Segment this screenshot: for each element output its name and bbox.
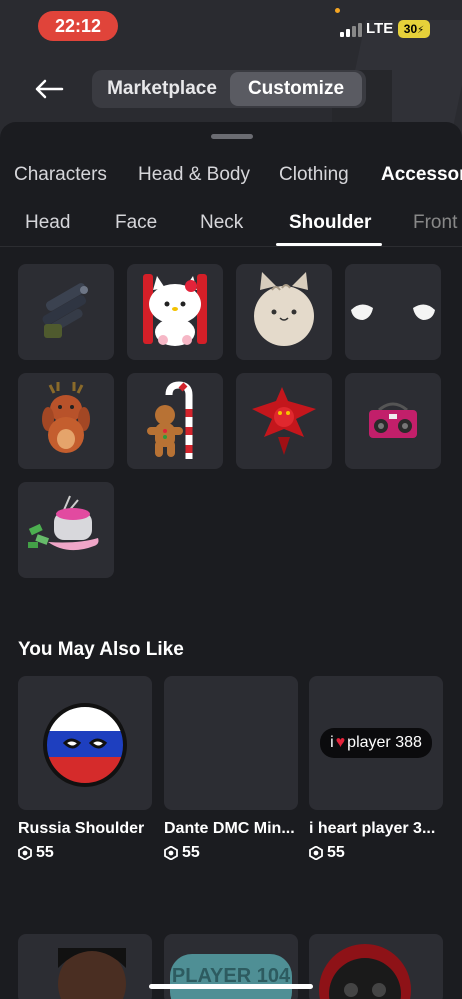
subtab-head[interactable]: Head xyxy=(25,212,70,234)
selected-tab-indicator xyxy=(276,243,382,246)
tab-customize[interactable]: Customize xyxy=(230,72,362,106)
arrow-left-icon xyxy=(35,79,64,99)
recommendation-card[interactable]: i ♥ player 388 i heart player 3... 55 xyxy=(309,676,443,862)
card-thumbnail xyxy=(18,676,152,810)
battery-icon: 30⚡ xyxy=(398,20,430,38)
card-price: 55 xyxy=(18,844,152,862)
sheet-grabber[interactable] xyxy=(211,134,253,139)
item-tile[interactable] xyxy=(18,373,114,469)
sub-category-tabs: Head Face Neck Shoulder Front xyxy=(0,212,462,246)
recommendation-card[interactable] xyxy=(18,934,152,999)
tab-head-body[interactable]: Head & Body xyxy=(138,164,250,186)
tab-divider xyxy=(0,246,462,247)
cat-plush-icon xyxy=(254,272,314,346)
customize-sheet: Characters Head & Body Clothing Accessor… xyxy=(0,122,462,999)
money-boombox-icon xyxy=(28,495,99,551)
card-name: Dante DMC Min... xyxy=(164,820,295,837)
item-tile[interactable] xyxy=(345,264,441,360)
subtab-neck[interactable]: Neck xyxy=(200,212,243,234)
price-value: 55 xyxy=(36,844,54,861)
battery-level: 30 xyxy=(403,22,418,36)
recommendation-card[interactable]: PLAYER 104 xyxy=(164,934,298,999)
status-time: 22:12 xyxy=(38,11,118,41)
player-badge: PLAYER 104 xyxy=(170,954,292,999)
home-indicator[interactable] xyxy=(149,984,313,989)
character-head-icon xyxy=(58,948,126,999)
signal-icon xyxy=(340,23,362,37)
skull-mask-icon xyxy=(319,944,411,999)
price-value: 55 xyxy=(182,844,200,861)
card-thumbnail: i ♥ player 388 xyxy=(309,676,443,810)
card-price: 55 xyxy=(164,844,298,862)
mode-segmented-control: Marketplace Customize xyxy=(92,70,366,108)
wings-icon xyxy=(351,304,435,320)
heart-player-sign-icon: i ♥ player 388 xyxy=(320,728,432,758)
tab-clothing[interactable]: Clothing xyxy=(279,164,349,186)
robux-icon xyxy=(164,846,178,860)
card-name: Russia Shoulder xyxy=(18,820,145,837)
robux-icon xyxy=(18,846,32,860)
network-label: LTE xyxy=(366,20,394,37)
item-tile[interactable] xyxy=(236,373,332,469)
item-tile[interactable] xyxy=(127,373,223,469)
recommendation-card[interactable] xyxy=(309,934,443,999)
sign-text: player 388 xyxy=(347,734,422,751)
hello-kitty-icon xyxy=(143,274,207,346)
item-tile[interactable] xyxy=(127,264,223,360)
recommendation-card[interactable]: Russia Shoulder 55 xyxy=(18,676,152,862)
tab-marketplace[interactable]: Marketplace xyxy=(94,72,230,106)
section-title: You May Also Like xyxy=(18,639,184,660)
card-price: 55 xyxy=(309,844,443,862)
gingerbread-candy-cane-icon xyxy=(147,381,193,459)
rocket-launcher-shoulder-icon xyxy=(42,283,88,338)
card-thumbnail xyxy=(164,676,298,810)
subtab-face[interactable]: Face xyxy=(115,212,157,234)
tab-characters[interactable]: Characters xyxy=(14,164,107,186)
price-value: 55 xyxy=(327,844,345,861)
boombox-icon xyxy=(369,402,417,438)
recommendation-card[interactable]: Dante DMC Min... 55 xyxy=(164,676,298,862)
item-tile[interactable] xyxy=(18,482,114,578)
russia-ball-icon xyxy=(43,703,127,787)
reindeer-pet-icon xyxy=(42,382,90,453)
back-button[interactable] xyxy=(28,72,70,106)
item-tile[interactable] xyxy=(18,264,114,360)
privacy-indicator-dot xyxy=(335,8,340,13)
red-dragon-icon xyxy=(252,387,316,455)
heart-icon: ♥ xyxy=(335,734,346,751)
robux-icon xyxy=(309,846,323,860)
sign-prefix: i xyxy=(330,734,334,751)
card-name: i heart player 3... xyxy=(309,820,436,837)
item-tile[interactable] xyxy=(236,264,332,360)
item-tile[interactable] xyxy=(345,373,441,469)
tab-accessories[interactable]: Accessor xyxy=(381,164,462,186)
subtab-front[interactable]: Front xyxy=(413,212,457,234)
subtab-shoulder[interactable]: Shoulder xyxy=(289,212,371,234)
